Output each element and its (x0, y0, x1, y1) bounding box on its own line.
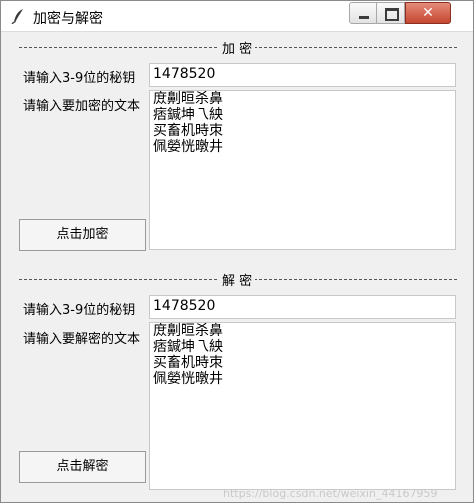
title-bar[interactable]: 加密与解密 ✕ (1, 1, 473, 32)
decrypt-text-line: 买畜机時朿 (153, 355, 223, 371)
minimize-button[interactable] (349, 2, 377, 24)
app-window: 加密与解密 ✕ 加 密 请输入3-9位的秘钥 1478520 请输入要加密的文本… (0, 0, 474, 503)
decrypt-text-line: 佩嫈恍暾井 (153, 371, 223, 387)
watermark: https://blog.csdn.net/weixin_44167959 (223, 487, 438, 500)
decrypt-section-title: 解 密 (219, 270, 256, 289)
encrypt-text-line: 庻劓晅杀鼻 (153, 91, 223, 107)
feather-icon (11, 9, 23, 24)
encrypt-section-title: 加 密 (219, 38, 256, 57)
window-title: 加密与解密 (33, 11, 103, 27)
encrypt-text-line: 买畜机時朿 (153, 123, 223, 139)
decrypt-key-input[interactable]: 1478520 (149, 295, 456, 319)
encrypt-text-line: 痞鍼坤乁紻 (153, 107, 223, 123)
decrypt-button[interactable]: 点击解密 (19, 451, 146, 483)
decrypt-key-label: 请输入3-9位的秘钥 (23, 303, 136, 318)
encrypt-text-label: 请输入要加密的文本 (23, 99, 141, 114)
encrypt-text-area[interactable]: 庻劓晅杀鼻 痞鍼坤乁紻 买畜机時朿 佩嫈恍暾井 (149, 90, 456, 250)
maximize-button[interactable] (377, 2, 405, 24)
encrypt-button[interactable]: 点击加密 (19, 219, 146, 251)
decrypt-text-line: 痞鍼坤乁紻 (153, 339, 223, 355)
decrypt-text-label: 请输入要解密的文本 (23, 332, 141, 347)
encrypt-key-label: 请输入3-9位的秘钥 (23, 71, 136, 86)
close-icon: ✕ (422, 5, 434, 21)
encrypt-key-input[interactable]: 1478520 (149, 63, 456, 87)
encrypt-text-line: 佩嫈恍暾井 (153, 139, 223, 155)
close-button[interactable]: ✕ (405, 2, 451, 24)
decrypt-text-line: 庻劓晅杀鼻 (153, 323, 223, 339)
decrypt-text-area[interactable]: 庻劓晅杀鼻 痞鍼坤乁紻 买畜机時朿 佩嫈恍暾井 (149, 322, 456, 490)
